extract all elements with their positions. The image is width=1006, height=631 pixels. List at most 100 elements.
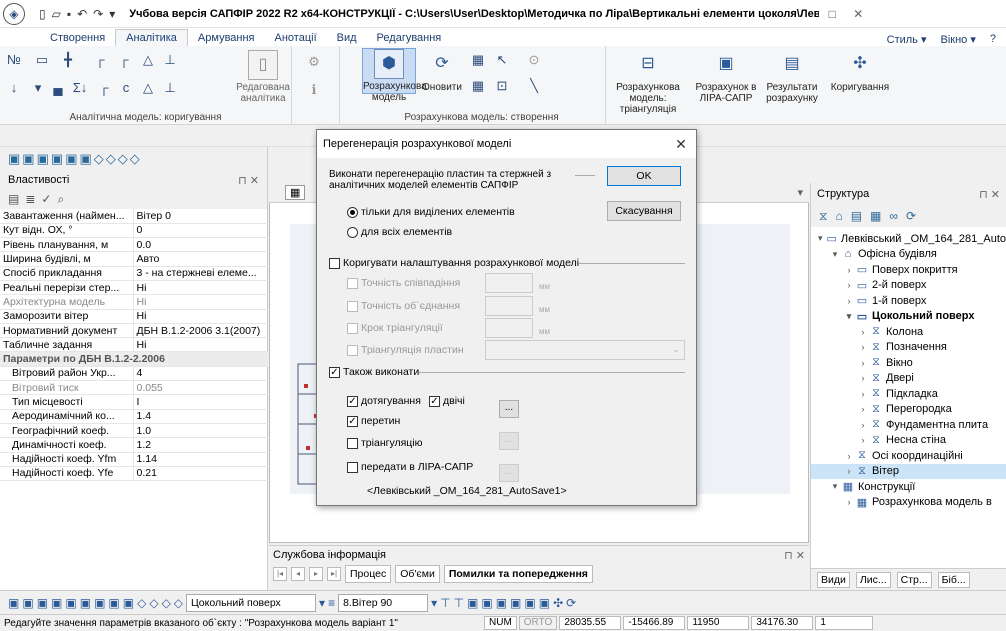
property-row[interactable]: Завантаження (наймен... Вітер 0 xyxy=(0,209,268,224)
model-icon[interactable]: ▦ xyxy=(870,209,881,223)
roof-icon[interactable]: △ xyxy=(140,80,156,96)
view-btn-9[interactable]: ▣ xyxy=(123,596,134,610)
ground-icon[interactable]: ▄ xyxy=(50,80,66,96)
tool-icon-3[interactable]: ▣ xyxy=(467,596,478,610)
calc-model-button[interactable]: ⬢ Розрахункова модель xyxy=(362,48,427,103)
customize-icon[interactable]: ▾ xyxy=(109,7,115,21)
tool-icon-9[interactable]: ✣ xyxy=(553,596,563,610)
chevron-right-icon[interactable]: › xyxy=(857,435,869,445)
property-row[interactable]: Вітровий район Укр... 4 xyxy=(0,366,268,382)
tool-icon-2[interactable]: ⊤ xyxy=(454,596,464,610)
window-menu[interactable]: Вікно ▾ xyxy=(941,33,976,46)
chevron-right-icon[interactable]: › xyxy=(857,373,869,383)
tab-annotations[interactable]: Анотації xyxy=(265,30,327,46)
property-value[interactable]: 1.14 xyxy=(133,452,268,467)
view-btn-8[interactable]: ▣ xyxy=(108,596,119,610)
property-row[interactable]: Динамічності коеф. 1.2 xyxy=(0,437,268,453)
tab-create[interactable]: Створення xyxy=(40,30,115,46)
tree-item[interactable]: › ⧖ Фундаментна плита xyxy=(811,417,1006,433)
triangulation-button[interactable]: ⊟ Розрахункова модель: тріангуляція xyxy=(606,50,690,115)
tab-analytics[interactable]: Аналітика xyxy=(115,29,188,46)
tool-icon-8[interactable]: ▣ xyxy=(539,596,550,610)
view-icon-6[interactable]: ▣ xyxy=(79,151,91,167)
tab-reinforcement[interactable]: Армування xyxy=(188,30,265,46)
tab-structure[interactable]: Стр... xyxy=(896,571,932,588)
expand-icon[interactable]: ⧖ xyxy=(819,209,827,224)
property-value[interactable]: 3 - на стержневі елеме... xyxy=(133,266,268,281)
chevron-right-icon[interactable]: › xyxy=(857,404,869,414)
triangle-icon[interactable]: △ xyxy=(140,52,156,68)
chevron-right-icon[interactable]: › xyxy=(857,358,869,368)
load-dropdown-icon[interactable]: ▾ xyxy=(431,596,437,610)
pin-icon[interactable]: ⊓ ✕ xyxy=(238,174,259,187)
chevron-right-icon[interactable]: › xyxy=(843,296,855,306)
grid2-icon[interactable]: ▦ xyxy=(470,78,486,94)
undo-icon[interactable]: ↶ xyxy=(77,7,87,21)
property-row[interactable]: Параметри по ДБН В.1.2-2.2006 xyxy=(0,351,268,367)
next-tab-icon[interactable]: ▸ xyxy=(309,567,323,581)
gear-icon[interactable]: ⚙ xyxy=(306,54,322,70)
property-row[interactable]: Рівень планування, м 0.0 xyxy=(0,237,268,253)
twice-checkbox[interactable]: ✓ двічі xyxy=(429,395,465,407)
tree-item[interactable]: › ⧖ Вікно xyxy=(811,355,1006,371)
tri-step-input[interactable] xyxy=(485,318,533,338)
tree-item[interactable]: › ▭ Поверх покриття xyxy=(811,262,1006,278)
view-icon-5[interactable]: ▣ xyxy=(65,151,77,167)
service-pin-close-icon[interactable]: ⊓ ✕ xyxy=(784,549,805,562)
triangulate-checkbox[interactable]: тріангуляцію xyxy=(347,437,423,449)
property-value[interactable]: Ні xyxy=(133,294,268,310)
check-icon[interactable]: ✓ xyxy=(41,192,51,206)
property-row[interactable]: Надійності коеф. Yfm 1.14 xyxy=(0,452,268,467)
info-icon[interactable]: ℹ xyxy=(306,82,322,98)
view-btn-10[interactable]: ◇ xyxy=(137,596,146,610)
tool-icon-4[interactable]: ▣ xyxy=(481,596,492,610)
property-value[interactable]: Авто xyxy=(133,251,268,267)
numbering-icon[interactable]: № xyxy=(6,52,22,68)
tab-process[interactable]: Процес xyxy=(345,565,392,583)
cursor-icon[interactable]: ↖ xyxy=(494,52,510,68)
property-row[interactable]: Вітровий тиск 0.055 xyxy=(0,380,268,396)
property-value[interactable]: Ні xyxy=(133,280,268,296)
chevron-down-icon[interactable]: ▾ xyxy=(829,249,841,260)
view-icon-3[interactable]: ▣ xyxy=(37,151,49,167)
radio-all-option[interactable]: для всіх елементів xyxy=(347,226,452,238)
property-row[interactable]: Нормативний документ ДБН В.1.2-2006 3.1(2… xyxy=(0,323,268,339)
orto-toggle[interactable]: ORTO xyxy=(518,616,558,630)
tree-item[interactable]: ▾ ▦ Конструкції xyxy=(811,479,1006,495)
tree-item[interactable]: › ⧖ Позначення xyxy=(811,340,1006,356)
property-value[interactable]: I xyxy=(133,394,268,410)
chevron-right-icon[interactable]: › xyxy=(857,420,869,430)
level-icon[interactable]: ≡ xyxy=(328,596,335,610)
property-value[interactable]: 1.0 xyxy=(133,423,268,439)
tab-view[interactable]: Вид xyxy=(327,30,367,46)
tool-icon-6[interactable]: ▣ xyxy=(510,596,521,610)
tool-icon-5[interactable]: ▣ xyxy=(496,596,507,610)
save-icon[interactable]: ▪ xyxy=(67,7,71,21)
also-do-checkbox[interactable]: ✓ Також виконати xyxy=(329,366,419,378)
update-button[interactable]: ⟳ Оновити xyxy=(420,50,464,93)
refresh-icon[interactable]: ⟳ xyxy=(906,209,916,223)
view-icon-2[interactable]: ▣ xyxy=(22,151,34,167)
intersect-checkbox[interactable]: ✓ перетин xyxy=(347,415,400,427)
beam-icon[interactable]: ┌ xyxy=(92,52,108,68)
precision-join-input[interactable] xyxy=(485,296,533,316)
view-icon-7[interactable]: ◇ xyxy=(94,151,104,167)
property-row[interactable]: Реальні перерізи стер... Ні xyxy=(0,280,268,296)
adjust-settings-checkbox[interactable]: Коригувати налаштування розрахункової мо… xyxy=(329,257,579,269)
tree-item[interactable]: ▾ ▭ Левківський _ОМ_164_281_Auto xyxy=(811,231,1006,247)
tool-icon-1[interactable]: ⊤ xyxy=(440,596,450,610)
tri-plates-checkbox[interactable]: Тріангуляція пластин xyxy=(347,344,464,356)
property-row[interactable]: Географічний коеф. 1.0 xyxy=(0,423,268,439)
property-value[interactable]: 4 xyxy=(133,366,268,382)
view-icon-10[interactable]: ◇ xyxy=(130,151,140,167)
sum-sort-icon[interactable]: Σ↓ xyxy=(72,80,88,96)
view-btn-1[interactable]: ▣ xyxy=(8,596,19,610)
tool-icon-10[interactable]: ⟳ xyxy=(566,596,576,610)
tab-library[interactable]: Біб... xyxy=(937,571,970,588)
view-icon-8[interactable]: ◇ xyxy=(106,151,116,167)
property-row[interactable]: Архітектурна модель Ні xyxy=(0,294,268,310)
structure-pin-icon[interactable]: ⊓ ✕ xyxy=(979,188,1000,201)
cancel-button[interactable]: Скасування xyxy=(607,201,681,221)
property-row[interactable]: Кут відн. ОХ, ° 0 xyxy=(0,223,268,239)
send-lira-checkbox[interactable]: передати в ЛІРА-САПР xyxy=(347,461,473,473)
